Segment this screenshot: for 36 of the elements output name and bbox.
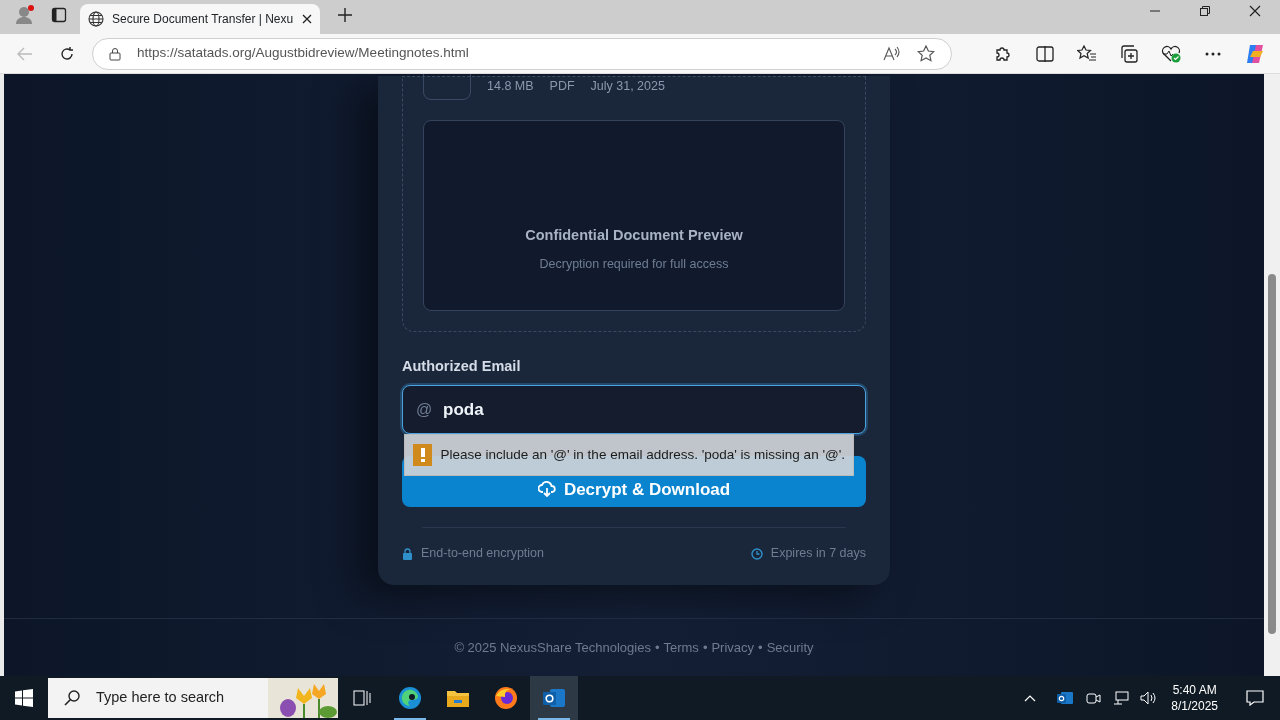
lock-icon [402,547,413,560]
read-aloud-icon[interactable] [881,45,901,62]
lock-icon [109,46,121,61]
cloud-download-icon [537,481,556,498]
footer-link[interactable]: Privacy [711,637,755,658]
footer-link[interactable]: Security [766,637,814,658]
address-bar[interactable]: https://satatads.org/Augustbidreview/Meetingnotes.html [92,37,952,70]
at-sign-icon: @ [416,398,433,423]
preview-title: Confidential Document Preview [525,226,743,245]
taskbar-clock[interactable]: 5:40 AM 8/1/2025 [1167,682,1222,714]
clock-icon [750,547,763,560]
scrollbar[interactable] [1264,74,1280,676]
search-placeholder: Type here to search [96,688,226,708]
copyright-text: © 2025 NexusShare Technologies [454,638,651,657]
warning-icon [413,444,433,467]
browser-tab[interactable]: Secure Document Transfer | Nexu [80,4,320,34]
taskbar-search-field[interactable]: Type here to search [48,678,338,718]
close-icon[interactable] [302,14,312,24]
preview-subtitle: Decryption required for full access [539,255,729,273]
file-meta: PDF [549,77,575,95]
favorite-star-icon[interactable] [917,45,935,62]
separator-dot: • [654,638,660,657]
separator-dot: • [758,638,763,657]
separator-dot: • [702,638,708,657]
feature-label: Expires in 7 days [770,545,866,563]
url-text: https://satatads.org/Augustbidreview/Meetingnotes.html [137,44,470,63]
file-meta: 14.8 MB [487,77,534,95]
feature-label: End-to-end encryption [421,545,544,563]
tab-title: Secure Document Transfer | Nexu [112,11,294,28]
search-icon [64,690,80,706]
file-meta: July 31, 2025 [590,77,665,95]
footer-link[interactable]: Terms [663,637,699,658]
windows-icon [15,689,33,707]
mail-app-icon[interactable] [530,676,578,720]
globe-icon [88,11,104,27]
field-label: Authorized Email [402,356,522,376]
